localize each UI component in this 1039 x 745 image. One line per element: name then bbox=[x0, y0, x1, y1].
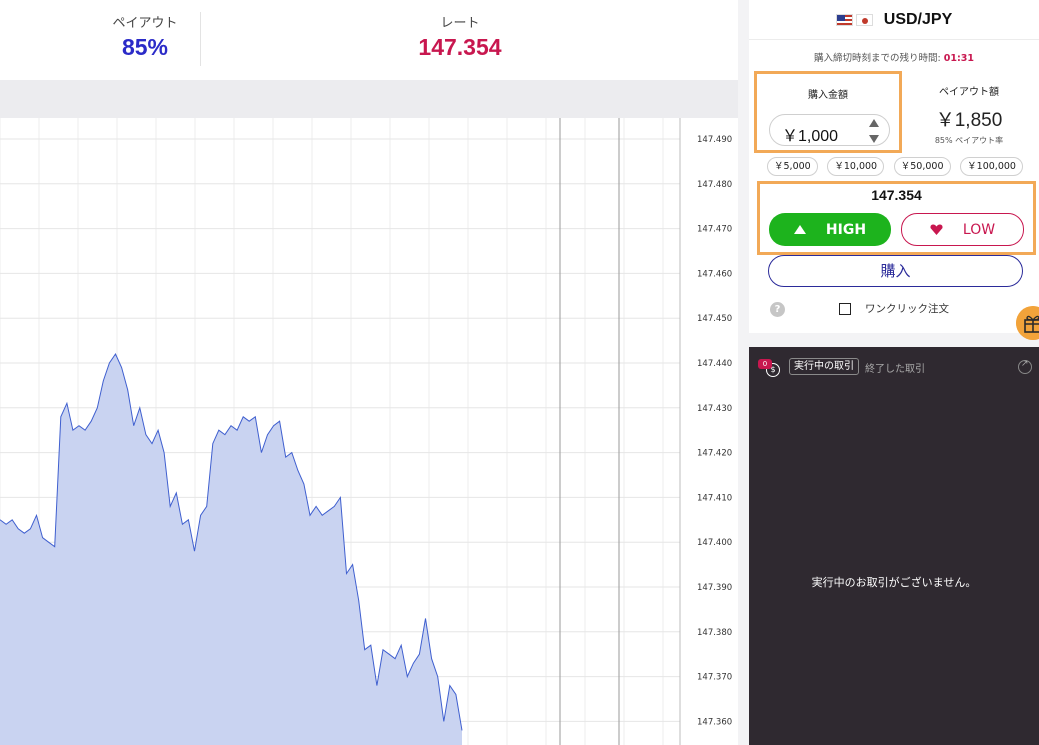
gift-icon[interactable] bbox=[1016, 306, 1039, 340]
preset-100000-button[interactable]: ￥100,000 bbox=[960, 157, 1023, 176]
one-click-label: ワンクリック注文 bbox=[865, 303, 949, 315]
y-tick-label: 147.450 bbox=[697, 314, 732, 324]
tab-active-trades[interactable]: 実行中の取引 bbox=[789, 358, 859, 375]
investment-amount-box: 購入金額 ￥1,000 bbox=[754, 71, 902, 153]
amount-value[interactable]: ￥1,000 bbox=[782, 122, 838, 146]
low-label: LOW bbox=[962, 221, 996, 238]
preset-5000-button[interactable]: ￥5,000 bbox=[767, 157, 818, 176]
y-tick-label: 147.470 bbox=[697, 225, 732, 235]
y-tick-label: 147.460 bbox=[697, 269, 732, 279]
strike-price: 147.354 bbox=[871, 187, 922, 203]
rate-stat: レート 147.354 bbox=[380, 12, 540, 61]
y-tick-label: 147.430 bbox=[697, 404, 732, 414]
amount-stepper[interactable] bbox=[867, 118, 881, 144]
coin-icon: $ 0 bbox=[758, 359, 780, 377]
stat-divider bbox=[200, 12, 201, 66]
y-tick-label: 147.480 bbox=[697, 180, 732, 190]
popout-icon[interactable] bbox=[1018, 359, 1032, 374]
asset-name: USD/JPY bbox=[883, 10, 953, 28]
y-tick-label: 147.400 bbox=[697, 538, 732, 548]
heart-down-icon bbox=[930, 224, 943, 235]
high-label: HIGH bbox=[825, 221, 867, 238]
jp-flag-icon bbox=[855, 13, 873, 26]
one-click-checkbox[interactable] bbox=[839, 302, 851, 315]
price-chart[interactable]: 147.490 147.480 147.470 147.460 147.450 147.4… bbox=[0, 118, 738, 745]
one-click-option[interactable]: ワンクリック注文 bbox=[839, 301, 949, 316]
preset-50000-button[interactable]: ￥50,000 bbox=[893, 157, 951, 176]
low-button[interactable]: LOW bbox=[901, 213, 1024, 246]
y-tick-label: 147.390 bbox=[697, 583, 732, 593]
chart-svg: 147.490 147.480 147.470 147.460 147.450 147.4… bbox=[0, 118, 732, 745]
asset-header[interactable]: USD/JPY bbox=[749, 0, 1039, 40]
payout-stat: ペイアウト 85% bbox=[100, 12, 190, 61]
payout-rate-note: 85% ペイアウト率 bbox=[934, 136, 1004, 145]
stepper-down-icon[interactable] bbox=[869, 135, 879, 143]
amount-presets: ￥5,000 ￥10,000 ￥50,000 ￥100,000 bbox=[767, 157, 1023, 176]
payout-label: ペイアウト bbox=[112, 16, 178, 31]
stats-bar: ペイアウト 85% レート 147.354 bbox=[0, 0, 738, 80]
preset-10000-button[interactable]: ￥10,000 bbox=[827, 157, 885, 176]
trade-panel: USD/JPY 購入締切時刻までの残り時間: 01:31 購入金額 ￥1,000… bbox=[749, 0, 1039, 333]
stepper-up-icon[interactable] bbox=[869, 119, 879, 127]
tab-closed-trades[interactable]: 終了した取引 bbox=[865, 360, 925, 375]
payout-amount-value: ￥1,850 bbox=[935, 110, 1003, 131]
trades-panel: $ 0 実行中の取引 終了した取引 実行中のお取引がございません。 bbox=[749, 347, 1039, 745]
empty-trades-message: 実行中のお取引がございません。 bbox=[811, 576, 977, 589]
y-tick-label: 147.380 bbox=[697, 628, 732, 638]
arrow-up-icon bbox=[793, 225, 806, 234]
us-flag-icon bbox=[835, 13, 853, 26]
rate-label: レート bbox=[440, 16, 480, 31]
y-tick-label: 147.420 bbox=[697, 449, 732, 459]
countdown-time: 01:31 bbox=[943, 53, 974, 64]
open-trades-badge: 0 bbox=[758, 359, 772, 369]
y-tick-label: 147.410 bbox=[697, 493, 732, 503]
buy-button[interactable]: 購入 bbox=[768, 255, 1023, 287]
amount-input[interactable]: ￥1,000 bbox=[769, 114, 890, 146]
y-tick-label: 147.490 bbox=[697, 135, 732, 145]
help-icon[interactable]: ? bbox=[770, 302, 785, 317]
countdown: 購入締切時刻までの残り時間: 01:31 bbox=[749, 50, 1039, 64]
direction-box: 147.354 HIGH LOW bbox=[757, 181, 1036, 255]
y-tick-label: 147.440 bbox=[697, 359, 732, 369]
chart-toolbar bbox=[0, 80, 738, 118]
y-tick-label: 147.370 bbox=[697, 673, 732, 683]
rate-value: 147.354 bbox=[418, 34, 502, 60]
countdown-label: 購入締切時刻までの残り時間: bbox=[814, 53, 941, 64]
payout-amount-box: ペイアウト額 ￥1,850 85% ペイアウト率 bbox=[904, 71, 1034, 153]
payout-value: 85% bbox=[121, 34, 169, 60]
amount-label: 購入金額 bbox=[808, 90, 848, 101]
high-button[interactable]: HIGH bbox=[769, 213, 891, 246]
y-tick-label: 147.360 bbox=[697, 717, 732, 727]
payout-amount-label: ペイアウト額 bbox=[939, 87, 999, 98]
